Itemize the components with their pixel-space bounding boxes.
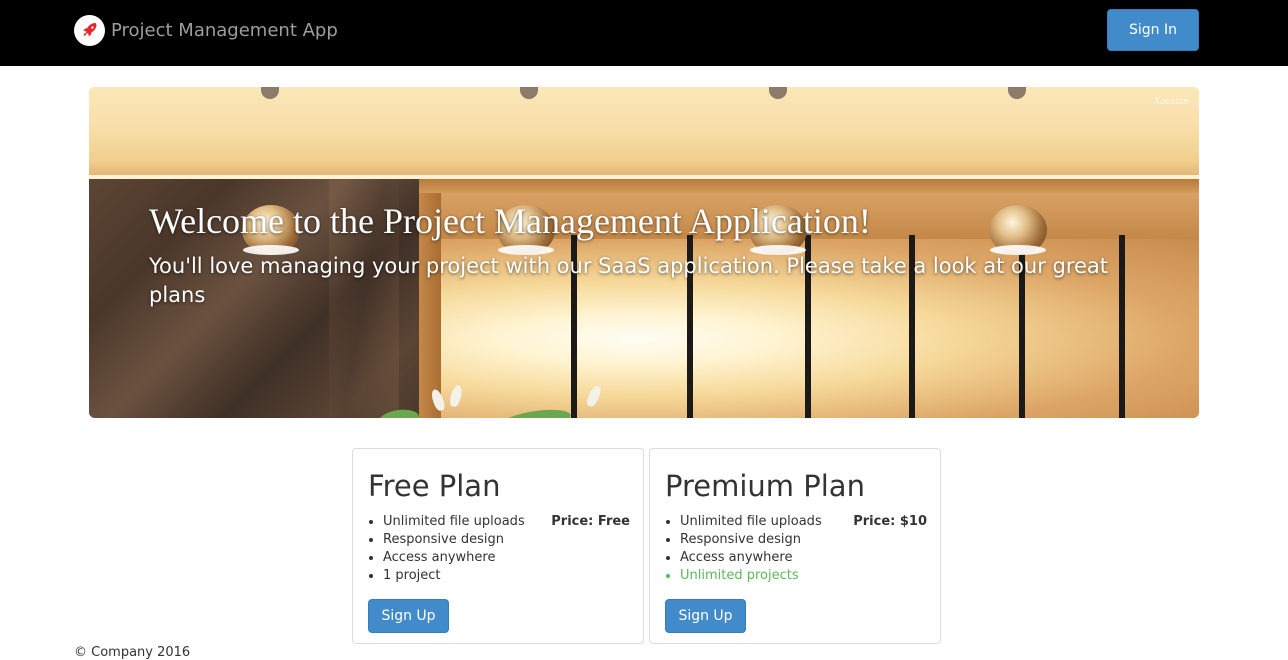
hero-banner: Xᴅᴇsɪɢɴ Welcome to the Project Managemen… <box>89 87 1199 418</box>
plan-feature: Unlimited file uploads <box>680 513 822 531</box>
brand-name: Project Management App <box>111 19 338 41</box>
hero-subtitle: You'll love managing your project with o… <box>149 254 1109 307</box>
plan-features: Unlimited file uploads Responsive design… <box>383 513 525 585</box>
plan-feature: Responsive design <box>680 531 822 549</box>
plan-card-free: Free Plan Unlimited file uploads Respons… <box>352 448 644 644</box>
navbar: Project Management App Sign In <box>0 0 1288 66</box>
plan-price: Price: $10 <box>853 514 927 529</box>
rocket-icon <box>74 14 105 46</box>
free-sign-up-button[interactable]: Sign Up <box>368 599 449 633</box>
premium-sign-up-button[interactable]: Sign Up <box>665 599 746 633</box>
image-watermark: Xᴅᴇsɪɢɴ <box>1153 97 1189 107</box>
plan-feature: Access anywhere <box>383 549 525 567</box>
hero-ceiling <box>89 87 1199 179</box>
plan-features: Unlimited file uploads Responsive design… <box>680 513 822 585</box>
plan-card-premium: Premium Plan Unlimited file uploads Resp… <box>649 448 941 644</box>
plan-feature: Unlimited file uploads <box>383 513 525 531</box>
sign-in-button[interactable]: Sign In <box>1107 9 1199 51</box>
plan-feature-highlight: Unlimited projects <box>680 567 822 585</box>
plan-title: Premium Plan <box>665 469 865 503</box>
hero-title: Welcome to the Project Management Applic… <box>149 201 871 241</box>
footer-copyright: © Company 2016 <box>74 645 191 660</box>
plan-feature: Responsive design <box>383 531 525 549</box>
plan-feature: Access anywhere <box>680 549 822 567</box>
brand-link[interactable]: Project Management App <box>74 14 338 46</box>
plan-price: Price: Free <box>551 514 630 529</box>
plan-feature: 1 project <box>383 567 525 585</box>
plan-title: Free Plan <box>368 469 501 503</box>
